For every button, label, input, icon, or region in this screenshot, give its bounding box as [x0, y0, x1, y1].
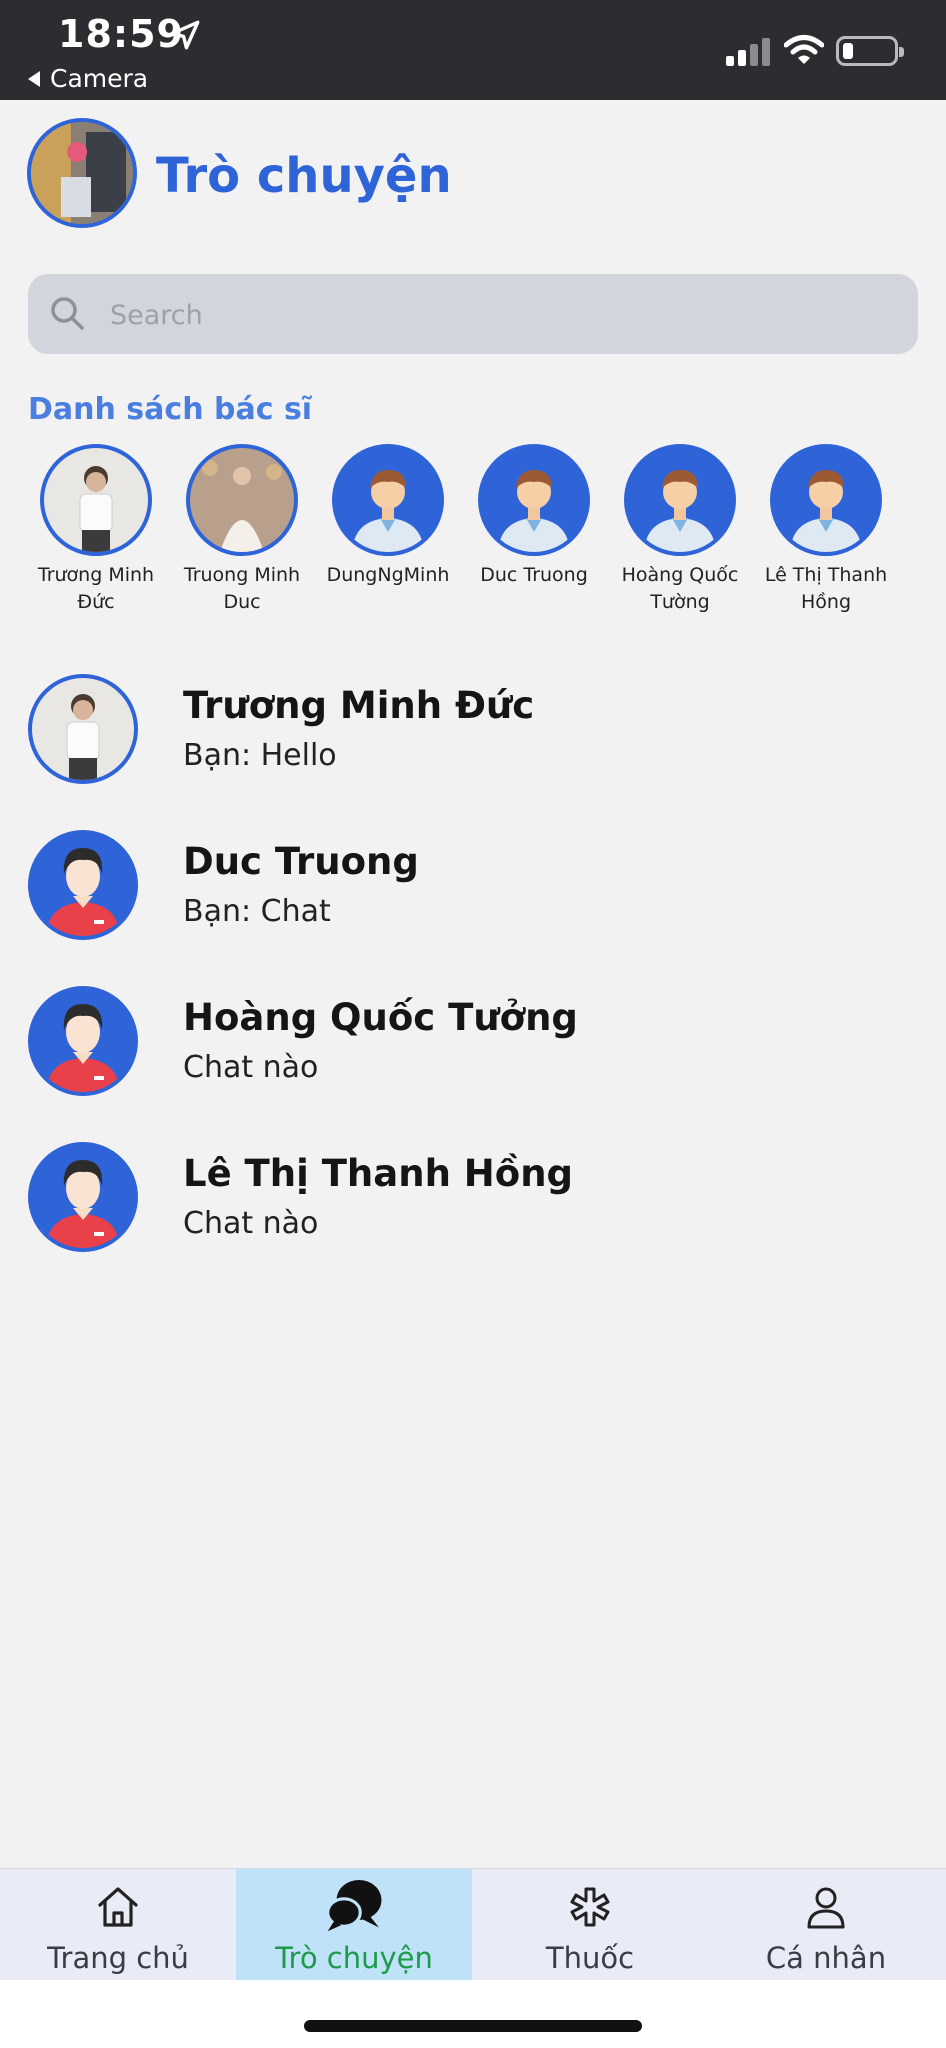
user-avatar-icon	[28, 830, 138, 940]
conversation-item[interactable]: Lê Thị Thanh Hồng Chat nào	[28, 1142, 908, 1254]
status-bar: 18:59 Camera	[0, 0, 946, 100]
conversation-last-message: Bạn: Hello	[183, 738, 337, 773]
back-triangle-icon	[28, 70, 40, 87]
conversation-name: Lê Thị Thanh Hồng	[183, 1152, 574, 1195]
bottom-navigation: Trang chủ Trò chuyện Thuốc Cá nhân	[0, 1868, 946, 1981]
chat-bubbles-icon	[326, 1880, 382, 1932]
tab-chat[interactable]: Trò chuyện	[236, 1869, 472, 1981]
home-indicator-area	[0, 1980, 946, 2048]
conversation-item[interactable]: Duc Truong Bạn: Chat	[28, 830, 908, 942]
tab-medicine[interactable]: Thuốc	[472, 1869, 708, 1981]
conversation-last-message: Chat nào	[183, 1050, 319, 1085]
status-time: 18:59	[58, 12, 184, 56]
search-input[interactable]	[108, 274, 892, 356]
back-label: Camera	[50, 64, 149, 93]
doctor-avatar	[186, 444, 298, 556]
conversation-avatar	[28, 674, 138, 784]
location-arrow-icon	[170, 20, 200, 50]
home-icon	[98, 1887, 138, 1927]
doctor-name: Hoàng Quốc Tường	[621, 564, 739, 613]
user-avatar-icon	[28, 986, 138, 1096]
conversation-item[interactable]: Hoàng Quốc Tưởng Chat nào	[28, 986, 908, 1098]
doctor-item[interactable]: DungNgMinh	[313, 444, 463, 589]
conversation-name: Duc Truong	[183, 840, 419, 883]
tab-home[interactable]: Trang chủ	[0, 1869, 236, 1981]
user-avatar-icon	[28, 1142, 138, 1252]
conversation-name: Hoàng Quốc Tưởng	[183, 996, 578, 1039]
doctors-list[interactable]: Trương Minh Đức Truong Minh Duc DungNgMi…	[0, 444, 946, 624]
doctor-name: Truong Minh Duc	[183, 564, 301, 613]
cellular-signal-icon	[726, 38, 770, 66]
doctor-avatar	[478, 444, 590, 556]
tab-label: Trang chủ	[47, 1941, 189, 1975]
conversation-last-message: Bạn: Chat	[183, 894, 331, 929]
doctor-avatar	[40, 444, 152, 556]
doctors-section-title: Danh sách bác sĩ	[28, 392, 313, 427]
tab-profile[interactable]: Cá nhân	[708, 1869, 944, 1981]
doctor-item[interactable]: Lê Thị Thanh Hồng	[751, 444, 901, 616]
doctor-item[interactable]: Duc Truong	[459, 444, 609, 589]
doctor-name: Lê Thị Thanh Hồng	[764, 564, 888, 613]
doctor-name: DungNgMinh	[326, 564, 450, 586]
doctor-item[interactable]: Truong Minh Duc	[167, 444, 317, 616]
doctor-name: Duc Truong	[480, 564, 588, 586]
doctor-avatar	[332, 444, 444, 556]
doctor-item[interactable]: Hoàng Quốc Tường	[605, 444, 755, 616]
page-title: Trò chuyện	[156, 148, 452, 204]
person-icon	[807, 1887, 845, 1929]
medical-star-icon	[570, 1887, 610, 1927]
tab-label: Cá nhân	[765, 1941, 887, 1975]
back-to-camera[interactable]: Camera	[28, 64, 148, 93]
search-bar[interactable]	[28, 274, 918, 356]
home-indicator[interactable]	[304, 2020, 642, 2032]
tab-label: Trò chuyện	[275, 1941, 433, 1975]
doctor-avatar	[770, 444, 882, 556]
profile-avatar[interactable]	[27, 118, 137, 228]
conversation-name: Trương Minh Đức	[183, 684, 535, 727]
battery-icon	[836, 36, 904, 66]
conversation-last-message: Chat nào	[183, 1206, 319, 1241]
doctor-avatar	[624, 444, 736, 556]
wifi-icon	[784, 35, 824, 64]
doctor-name: Trương Minh Đức	[37, 564, 155, 613]
conversation-item[interactable]: Trương Minh Đức Bạn: Hello	[28, 674, 908, 786]
tab-label: Thuốc	[545, 1941, 635, 1975]
search-icon	[51, 297, 84, 330]
doctor-item[interactable]: Trương Minh Đức	[21, 444, 171, 616]
